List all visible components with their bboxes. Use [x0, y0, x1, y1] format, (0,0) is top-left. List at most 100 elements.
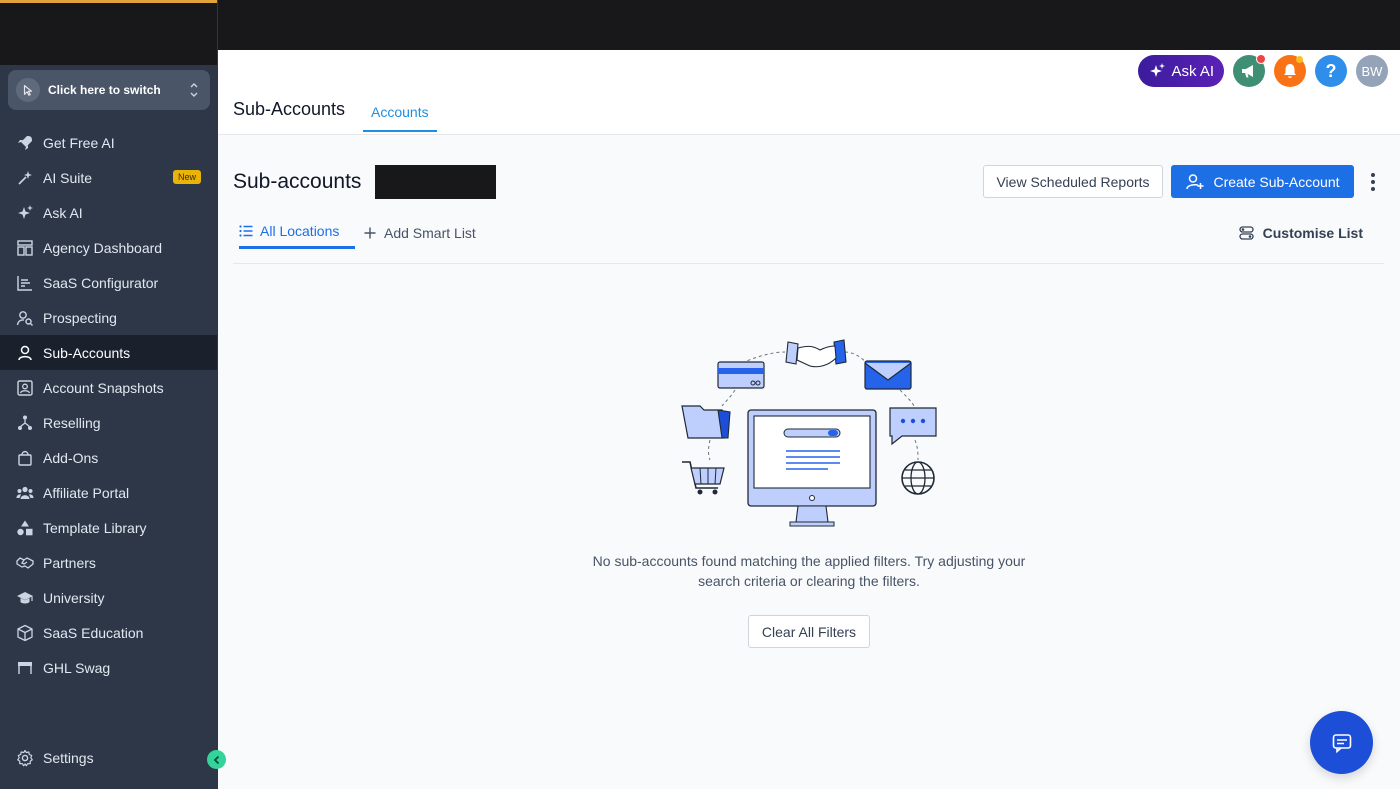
sidebar-item-label: Template Library: [43, 519, 147, 536]
header-actions: Ask AI ? BW: [1138, 54, 1388, 87]
tab-accounts-label: Accounts: [371, 104, 429, 120]
page-header: Sub-Accounts Accounts Ask AI ? BW: [218, 50, 1400, 135]
sidebar-item-add-ons[interactable]: Add-Ons: [0, 440, 217, 475]
sidebar-item-label: Ask AI: [43, 204, 83, 221]
sidebar-item-label: Add-Ons: [43, 449, 99, 466]
notification-dot: [1256, 54, 1266, 64]
sidebar-item-label: Sub-Accounts: [43, 344, 131, 361]
sidebar-item-label: SaaS Education: [43, 624, 144, 641]
folder-icon: [681, 405, 731, 439]
sidebar-item-label: University: [43, 589, 105, 606]
sidebar-item-account-snapshots[interactable]: Account Snapshots: [0, 370, 217, 405]
sidebar-item-get-free-ai[interactable]: Get Free AI: [0, 125, 217, 160]
more-options-button[interactable]: [1364, 170, 1382, 194]
sidebar-item-label: AI Suite: [43, 169, 93, 186]
tab-all-locations-label: All Locations: [260, 223, 340, 239]
page-title: Sub-Accounts: [233, 99, 346, 119]
computer-monitor-icon: [747, 409, 877, 527]
switcher-label: Click here to switch: [48, 83, 161, 97]
shopping-cart-icon: [682, 461, 725, 495]
sidebar-item-label: Agency Dashboard: [43, 239, 163, 256]
add-smart-list-label: Add Smart List: [384, 224, 476, 241]
sidebar-item-label: SaaS Configurator: [43, 274, 159, 291]
collapse-sidebar-button[interactable]: [207, 750, 226, 769]
view-scheduled-reports-label: View Scheduled Reports: [996, 173, 1150, 190]
cursor-click-icon: [16, 78, 40, 102]
clear-all-filters-label: Clear All Filters: [761, 623, 857, 640]
notifications-button[interactable]: [1274, 55, 1306, 87]
shopping-bag-icon: [16, 449, 34, 467]
handshake-icon: [785, 339, 847, 368]
list-tabs: All Locations Add Smart List Customise L…: [233, 212, 1384, 264]
account-switcher[interactable]: Click here to switch: [8, 70, 210, 110]
user-search-icon: [16, 309, 34, 327]
gear-icon: [16, 749, 34, 767]
ask-ai-label: Ask AI: [1171, 62, 1214, 80]
megaphone-icon: [1242, 65, 1253, 78]
tab-accounts[interactable]: Accounts: [363, 94, 437, 132]
avatar[interactable]: BW: [1356, 55, 1388, 87]
sidebar-item-label: Prospecting: [43, 309, 117, 326]
sidebar-item-saas-configurator[interactable]: SaaS Configurator: [0, 265, 217, 300]
sidebar-item-university[interactable]: University: [0, 580, 217, 615]
box-icon: [16, 624, 34, 642]
tab-all-locations[interactable]: All Locations: [239, 216, 355, 249]
sidebar-item-template-library[interactable]: Template Library: [0, 510, 217, 545]
user-icon: [16, 344, 34, 362]
kebab-dot: [1371, 180, 1375, 184]
list-icon: [239, 225, 253, 237]
kebab-dot: [1371, 173, 1375, 177]
empty-state-message: No sub-accounts found matching the appli…: [592, 553, 1026, 589]
help-button[interactable]: ?: [1315, 55, 1347, 87]
sidebar-item-label: Partners: [43, 554, 96, 571]
sparkles-icon: [1150, 63, 1166, 77]
snapshot-icon: [16, 379, 34, 397]
bell-icon: [1284, 64, 1296, 78]
globe-icon: [901, 461, 935, 495]
sidebar-item-label: Affiliate Portal: [43, 484, 130, 501]
chat-widget-button[interactable]: [1310, 711, 1373, 774]
sidebar-item-reselling[interactable]: Reselling: [0, 405, 217, 440]
sidebar-item-agency-dashboard[interactable]: Agency Dashboard: [0, 230, 217, 265]
sidebar-item-sub-accounts[interactable]: Sub-Accounts: [0, 335, 217, 370]
clear-all-filters-button[interactable]: Clear All Filters: [748, 615, 870, 648]
sidebar-item-prospecting[interactable]: Prospecting: [0, 300, 217, 335]
sidebar-item-ask-ai[interactable]: Ask AI: [0, 195, 217, 230]
chat-bubble-icon: [889, 407, 937, 446]
kebab-dot: [1371, 187, 1375, 191]
credit-card-icon: [717, 361, 765, 389]
ask-ai-button[interactable]: Ask AI: [1138, 55, 1224, 87]
create-sub-account-label: Create Sub-Account: [1213, 173, 1340, 190]
sidebar: Click here to switch Get Free AI AI Suit…: [0, 0, 218, 789]
new-badge: New: [172, 170, 201, 184]
sidebar-item-ai-suite[interactable]: AI Suite New: [0, 160, 217, 195]
logo-area: [0, 3, 217, 65]
sidebar-item-settings[interactable]: Settings: [0, 740, 217, 775]
sub-accounts-title: Sub-accounts: [233, 170, 362, 193]
empty-state-illustration: [681, 339, 937, 527]
bar-chart-icon: [16, 274, 34, 292]
notification-dot: [1296, 56, 1303, 63]
add-smart-list-button[interactable]: Add Smart List: [364, 216, 476, 249]
create-sub-account-button[interactable]: Create Sub-Account: [1171, 165, 1354, 198]
sidebar-item-saas-education[interactable]: SaaS Education: [0, 615, 217, 650]
avatar-initials: BW: [1361, 63, 1383, 79]
handshake-icon: [16, 554, 34, 572]
sparkles-icon: [16, 204, 34, 222]
sidebar-item-partners[interactable]: Partners: [0, 545, 217, 580]
redacted-block: [375, 165, 496, 199]
sidebar-item-label: GHL Swag: [43, 659, 111, 676]
plus-icon: [364, 227, 376, 238]
shapes-icon: [16, 519, 34, 537]
store-icon: [16, 659, 34, 677]
customise-list-button[interactable]: Customise List: [1238, 216, 1363, 249]
announcements-button[interactable]: [1233, 54, 1266, 87]
view-scheduled-reports-button[interactable]: View Scheduled Reports: [983, 165, 1163, 198]
chat-icon: [1332, 733, 1351, 753]
sidebar-item-affiliate-portal[interactable]: Affiliate Portal: [0, 475, 217, 510]
toggle-settings-icon: [1238, 225, 1254, 240]
network-icon: [16, 414, 34, 432]
users-icon: [16, 484, 34, 502]
sidebar-item-ghl-swag[interactable]: GHL Swag: [0, 650, 217, 685]
chevron-left-icon: [213, 755, 219, 764]
